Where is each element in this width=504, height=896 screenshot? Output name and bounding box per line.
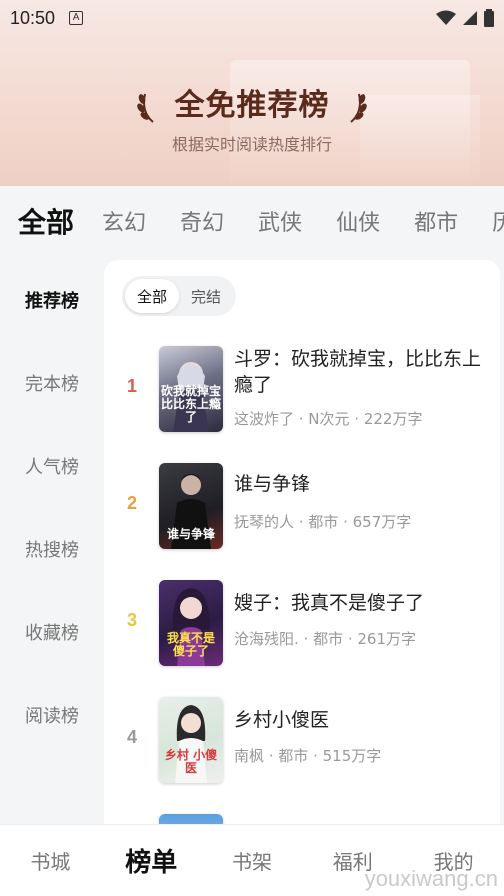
book-title: 谁与争锋 [234,473,311,495]
side-item-completed[interactable]: 完本榜 [0,341,104,424]
list-item[interactable]: 1 砍我就掉宝 比比东上瘾了 斗罗：砍我就掉宝，比比东上瘾了 这波炸了 · N次… [104,346,500,436]
status-filter-segment: 全部 完结 [122,276,236,316]
rank-number: 3 [126,610,137,630]
rank-number: 4 [126,727,137,747]
book-title: 乡村小傻医 [234,709,330,731]
cover-title: 砍我就掉宝 比比东上瘾了 [160,384,221,424]
list-item[interactable]: 4 乡村 小傻医 乡村小傻医 南枫 · 都市 · 515万字 [104,697,500,787]
hero-title-row: 全免推荐榜 [0,80,504,124]
book-meta: 南枫 · 都市 · 515万字 [234,747,382,765]
tab-dushi[interactable]: 都市 [414,205,458,237]
book-cover: 乡村 小傻医 [159,697,223,783]
nav-bookstore[interactable]: 书城 [0,846,101,875]
nav-rankings[interactable]: 榜单 [101,842,202,879]
tab-xianxia[interactable]: 仙侠 [336,205,380,237]
nav-bookshelf[interactable]: 书架 [202,846,303,875]
tab-xuanhuan[interactable]: 玄幻 [102,205,146,237]
book-title: 嫂子：我真不是傻子了 [234,592,425,614]
status-time: 10:50 [10,7,56,28]
tab-wuxia[interactable]: 武侠 [258,205,302,237]
status-bar: 10:50 A [0,0,504,36]
hero-title: 全免推荐榜 [174,88,330,123]
book-cover: 砍我就掉宝 比比东上瘾了 [159,346,223,432]
list-item[interactable]: 3 我真不是 傻子了 嫂子：我真不是傻子了 沧海残阳. · 都市 · 261万字 [104,580,500,670]
book-cover: 我真不是 傻子了 [159,580,223,666]
watermark: youxiwang.cn [364,866,498,891]
filter-all-button[interactable]: 全部 [125,279,179,313]
rank-number: 2 [126,493,137,513]
side-item-popular[interactable]: 人气榜 [0,424,104,507]
side-item-recommend[interactable]: 推荐榜 [0,258,104,341]
tab-all[interactable]: 全部 [18,201,74,241]
signal-icon [463,11,477,25]
side-item-favorites[interactable]: 收藏榜 [0,590,104,673]
laurel-right-icon [350,93,367,123]
book-meta: 沧海残阳. · 都市 · 261万字 [234,630,417,648]
tab-lishi[interactable]: 历 [492,205,504,237]
hero-subtitle: 根据实时阅读热度排行 [171,135,332,154]
category-tabs: 全部 玄幻 奇幻 武侠 仙侠 都市 历 [0,186,504,256]
cover-title: 乡村 小傻医 [164,748,218,775]
list-item[interactable]: 2 谁与争锋 谁与争锋 抚琴的人 · 都市 · 657万字 [104,463,500,553]
book-cover: 谁与争锋 [159,463,223,549]
status-icons [436,9,494,27]
book-meta: 抚琴的人 · 都市 · 657万字 [234,513,412,531]
notification-icon: A [69,11,84,25]
laurel-left-icon [137,93,154,123]
book-meta: 这波炸了 · N次元 · 222万字 [234,410,423,428]
cover-title: 谁与争锋 [166,527,215,541]
rank-number: 1 [126,376,137,396]
book-title: 斗罗：砍我就掉宝，比比东上瘾了 [234,348,482,396]
side-item-reading[interactable]: 阅读榜 [0,673,104,756]
wifi-icon [436,10,456,25]
cover-title: 我真不是 傻子了 [166,631,215,658]
battery-icon [484,9,494,27]
ranking-list-panel: 全部 完结 1 砍我就掉宝 比比东上瘾了 斗罗：砍我就掉宝，比比东上瘾了 这波炸… [104,260,500,826]
tab-qihuan[interactable]: 奇幻 [180,205,224,237]
hero-banner: 10:50 A 全免推荐榜 根据实时阅读热度排行 [0,0,504,190]
ranking-side-menu: 推荐榜 完本榜 人气榜 热搜榜 收藏榜 阅读榜 [0,258,104,824]
filter-completed-button[interactable]: 完结 [179,279,233,313]
side-item-hot-search[interactable]: 热搜榜 [0,507,104,590]
